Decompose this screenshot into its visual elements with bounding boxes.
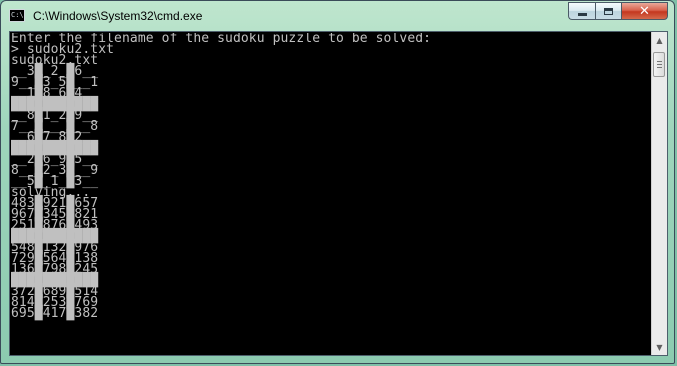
title-bar[interactable]: C:\ C:\Windows\System32\cmd.exe ✕ — [1, 1, 674, 31]
console-line: 548█132█976 — [11, 240, 99, 255]
window-title: C:\Windows\System32\cmd.exe — [33, 9, 203, 23]
scroll-thumb[interactable] — [653, 52, 665, 77]
console-line: 251█876█493 — [11, 218, 99, 233]
console-line: ███████████ — [11, 229, 99, 244]
console-line: __6█7_8█2__ — [11, 130, 99, 145]
console-line: ███████████ — [11, 97, 99, 112]
console-line: 8__█2_3█__9 — [11, 163, 99, 178]
console-area[interactable]: Enter the filename of the sudoku puzzle … — [9, 31, 668, 356]
console-line: solving... — [11, 185, 91, 200]
console-line: 967█345█821 — [11, 207, 99, 222]
console-line: 695█417█382 — [11, 306, 99, 321]
console-line: 814█253█769 — [11, 295, 99, 310]
close-button[interactable]: ✕ — [621, 2, 668, 20]
scroll-up-icon: ▲ — [656, 35, 663, 45]
close-icon: ✕ — [639, 3, 650, 19]
console-line: __8█1_2█9__ — [11, 108, 99, 123]
minimize-button[interactable] — [568, 2, 595, 20]
cmd-icon[interactable]: C:\ — [9, 9, 25, 22]
vertical-scrollbar[interactable]: ▲ ▼ — [651, 32, 667, 355]
console-line: __3█_2_█6__ — [11, 64, 99, 79]
maximize-icon — [604, 7, 613, 15]
console-line: __1█8_6█4__ — [11, 86, 99, 101]
console-line: 483█921█657 — [11, 196, 99, 211]
console-line: 9__█3_5█__1 — [11, 75, 99, 90]
console-line: 729█564█138 — [11, 251, 99, 266]
minimize-icon — [577, 12, 587, 16]
scroll-up-button[interactable]: ▲ — [652, 32, 667, 48]
console-line: __2█6_9█5__ — [11, 152, 99, 167]
console-line: 372█689█514 — [11, 284, 99, 299]
scroll-down-button[interactable]: ▼ — [652, 339, 667, 355]
console-output[interactable]: Enter the filename of the sudoku puzzle … — [11, 33, 651, 354]
console-line: 7__█___█__8 — [11, 119, 99, 134]
console-line: __5█_1_█3__ — [11, 174, 99, 189]
maximize-button[interactable] — [595, 2, 621, 20]
console-window: C:\ C:\Windows\System32\cmd.exe ✕ Enter … — [0, 0, 675, 364]
console-line: ███████████ — [11, 141, 99, 156]
console-line: 136█798█245 — [11, 262, 99, 277]
scroll-down-icon: ▼ — [656, 342, 663, 352]
caption-buttons: ✕ — [568, 2, 668, 21]
console-line: ███████████ — [11, 273, 99, 288]
